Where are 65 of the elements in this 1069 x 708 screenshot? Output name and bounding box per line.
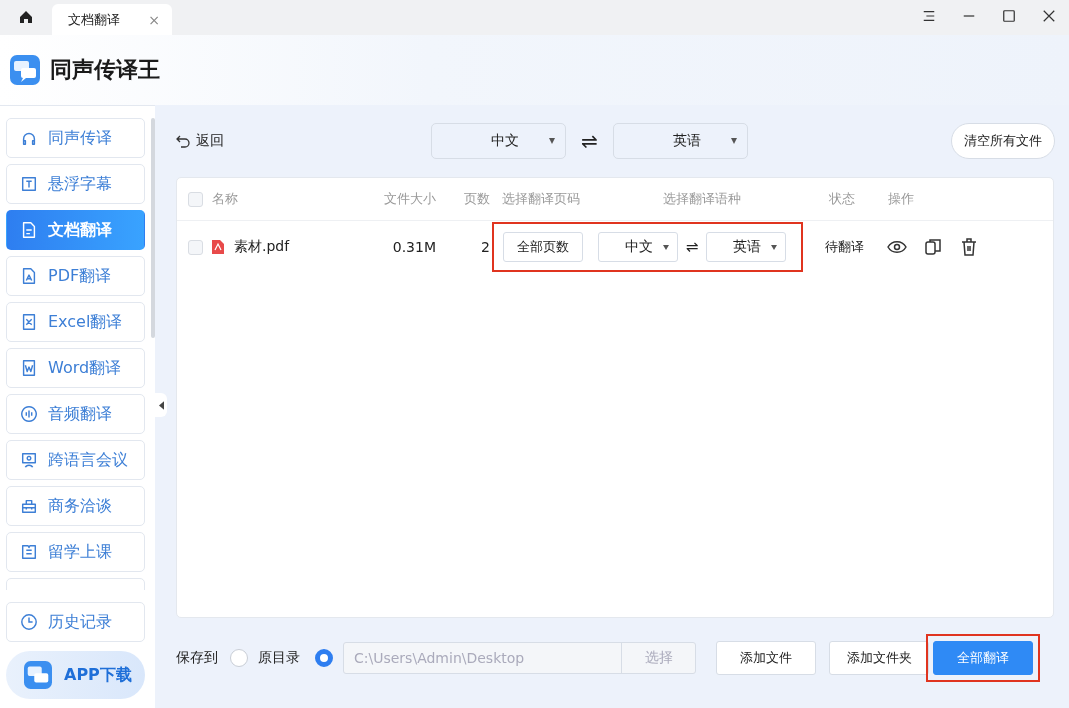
- column-header: 选择翻译页码: [501, 190, 581, 208]
- clear-all-files-button[interactable]: 清空所有文件: [951, 123, 1055, 159]
- column-header: 状态: [828, 190, 856, 208]
- collapse-handle[interactable]: [155, 393, 167, 417]
- column-header: 名称: [212, 190, 239, 208]
- sidebar-item[interactable]: Word翻译: [6, 348, 145, 388]
- file-name: 素材.pdf: [234, 238, 290, 256]
- sidebar-item[interactable]: Excel翻译: [6, 302, 145, 342]
- clock-icon: [20, 613, 38, 631]
- copy-icon[interactable]: [923, 237, 943, 257]
- table-cell-text: 2: [480, 239, 491, 255]
- target-language-select[interactable]: 英语: [613, 123, 748, 159]
- sidebar-item[interactable]: 留学上课: [6, 532, 145, 572]
- back-icon: [176, 134, 190, 148]
- close-icon[interactable]: [1042, 9, 1056, 23]
- action-button[interactable]: 添加文件: [716, 641, 816, 675]
- maximize-icon[interactable]: [1002, 9, 1016, 23]
- sidebar-item-icon: [20, 451, 38, 469]
- save-to-label: 保存到: [176, 649, 218, 667]
- column-header: 选择翻译语种: [662, 190, 742, 208]
- tab[interactable]: 文档翻译 ×: [52, 4, 172, 35]
- radio-label: 原目录: [258, 649, 300, 667]
- sidebar-item-icon: [20, 267, 38, 285]
- menu-icon[interactable]: [922, 9, 936, 23]
- column-header: 操作: [887, 190, 915, 208]
- back-button[interactable]: 返回: [176, 132, 431, 150]
- app-download-button[interactable]: APP下载: [6, 651, 145, 699]
- collapse-icon: [158, 400, 164, 410]
- table-cell-text: 0.31M: [391, 239, 437, 255]
- home-icon[interactable]: [18, 9, 34, 25]
- app-logo-icon: [24, 661, 52, 689]
- sidebar-item[interactable]: PDF翻译: [6, 256, 145, 296]
- action-button[interactable]: 添加文件夹: [829, 641, 929, 675]
- sidebar-item-icon: [20, 405, 38, 423]
- app-logo-icon: [10, 55, 40, 85]
- radio-button[interactable]: [315, 649, 333, 667]
- pdf-file-icon: [212, 240, 224, 254]
- swap-button[interactable]: ⇌: [566, 129, 613, 153]
- sidebar-item[interactable]: 文档翻译: [6, 210, 145, 250]
- sidebar-item[interactable]: 同声传译: [6, 118, 145, 158]
- target-language-select[interactable]: 英语: [706, 232, 786, 262]
- sidebar-item-icon: [20, 497, 38, 515]
- row-checkbox[interactable]: [188, 239, 203, 255]
- page-range-button[interactable]: 全部页数: [503, 232, 583, 262]
- swap-button[interactable]: ⇌: [678, 238, 706, 256]
- app-title: 同声传译王: [50, 56, 160, 84]
- radio-button[interactable]: [230, 649, 248, 667]
- sidebar-item-icon: [20, 175, 38, 193]
- sidebar-item[interactable]: 音频翻译: [6, 394, 145, 434]
- sidebar-item[interactable]: 悬浮字幕: [6, 164, 145, 204]
- sidebar-item-icon: [20, 313, 38, 331]
- sidebar-item[interactable]: 历史记录: [6, 602, 145, 642]
- sidebar-item[interactable]: 跨语言会议: [6, 440, 145, 480]
- sidebar-item[interactable]: 商务洽谈: [6, 486, 145, 526]
- action-button[interactable]: 全部翻译: [933, 641, 1033, 675]
- sidebar-item-icon: [20, 221, 38, 239]
- source-language-select[interactable]: 中文: [598, 232, 678, 262]
- column-header: 页数: [463, 190, 491, 208]
- select-all-checkbox[interactable]: [188, 191, 203, 207]
- sidebar-item-icon: [20, 359, 38, 377]
- sidebar-item-icon: [20, 543, 38, 561]
- delete-icon[interactable]: [959, 237, 979, 257]
- source-language-select[interactable]: 中文: [431, 123, 566, 159]
- column-header: 文件大小: [383, 190, 437, 208]
- status-text: 待翻译: [823, 238, 865, 256]
